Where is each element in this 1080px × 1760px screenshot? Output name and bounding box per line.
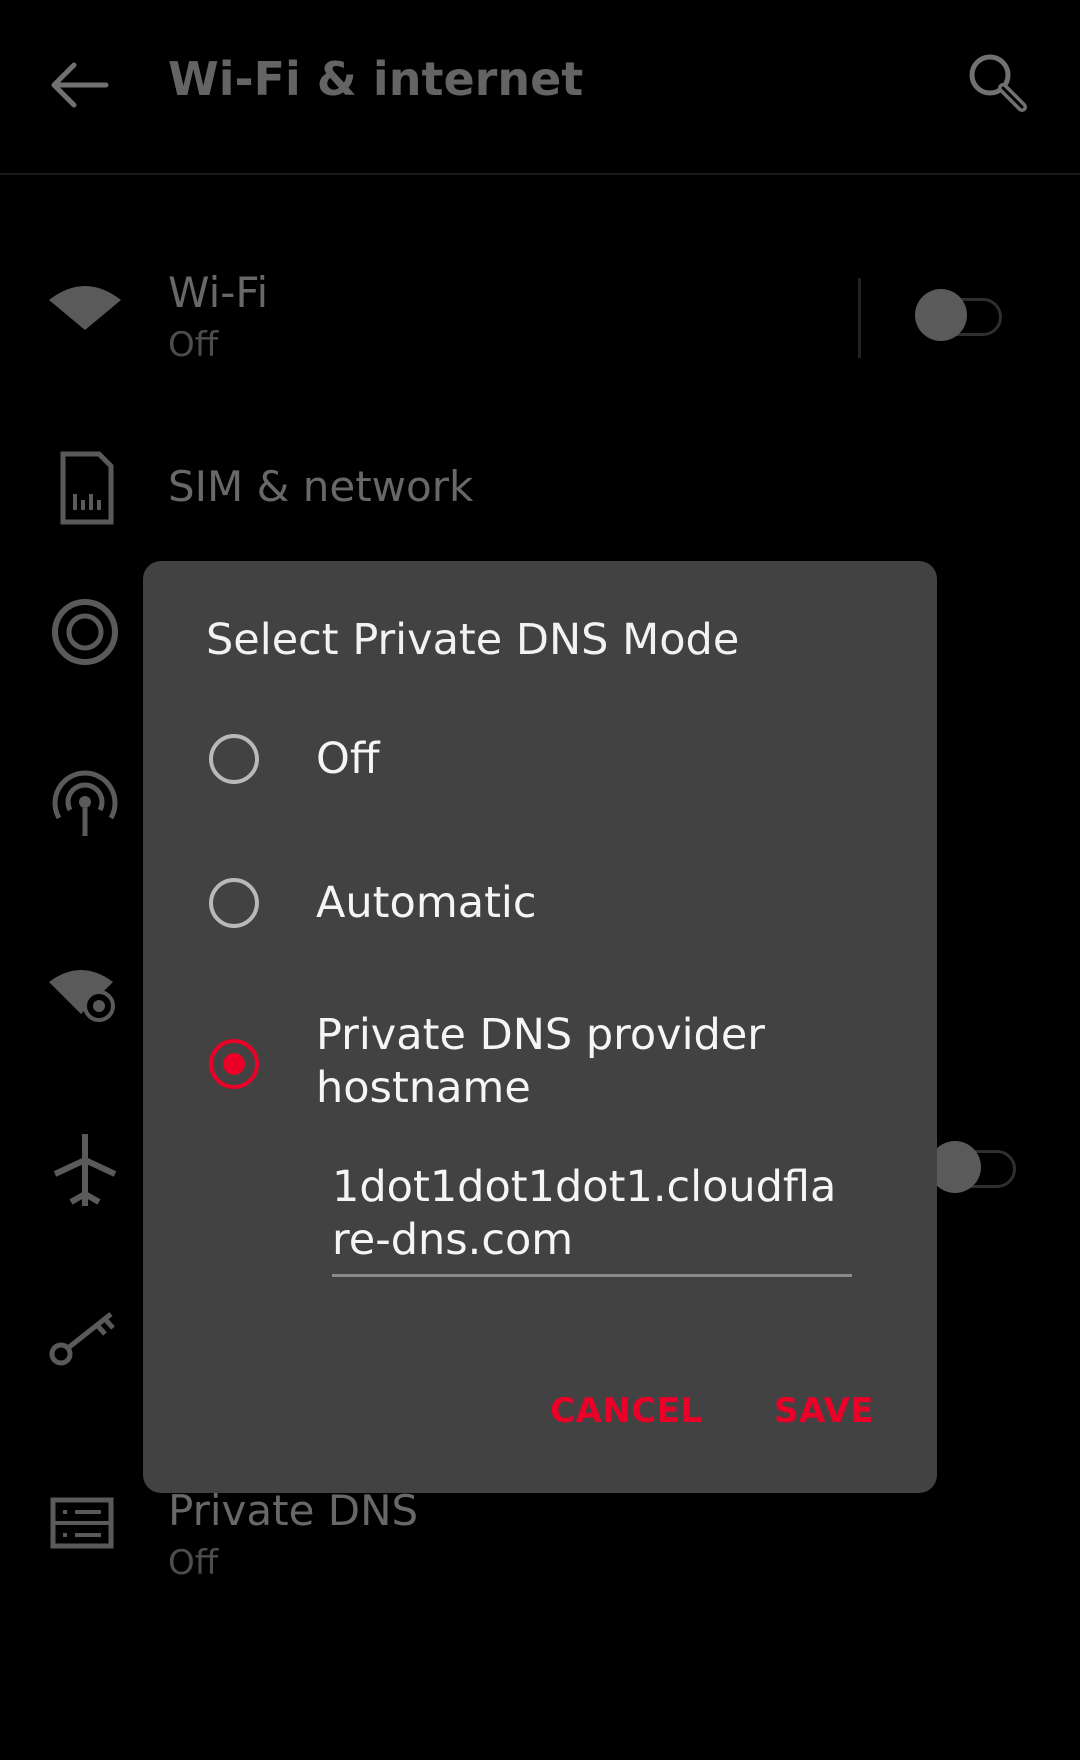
radio-button-selected[interactable]	[209, 1039, 259, 1089]
save-button[interactable]: SAVE	[774, 1391, 874, 1431]
option-label: Automatic	[316, 878, 537, 928]
cancel-button[interactable]: CANCEL	[550, 1391, 703, 1431]
option-automatic[interactable]: Automatic	[143, 855, 937, 955]
option-hostname[interactable]: Private DNS provider hostname	[143, 999, 937, 1129]
option-label: Private DNS provider hostname	[316, 1010, 765, 1113]
option-off[interactable]: Off	[143, 711, 937, 811]
radio-button[interactable]	[209, 878, 259, 928]
private-dns-dialog: Select Private DNS Mode Off Automatic Pr…	[143, 561, 937, 1493]
hostname-input[interactable]: 1dot1dot1dot1.cloudflare-dns.com	[332, 1161, 852, 1277]
radio-button[interactable]	[209, 734, 259, 784]
dialog-title: Select Private DNS Mode	[206, 615, 740, 665]
option-label: Off	[316, 734, 380, 784]
